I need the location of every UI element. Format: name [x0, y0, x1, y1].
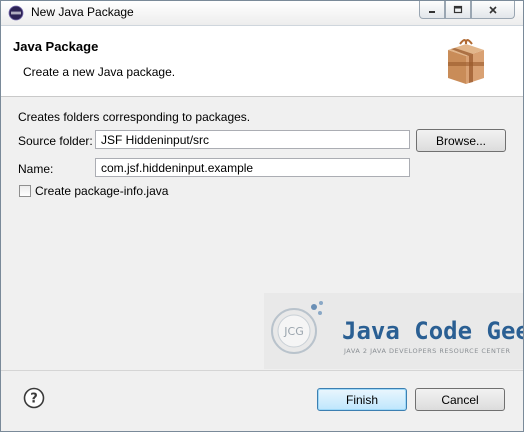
close-icon	[489, 5, 497, 14]
minimize-icon	[429, 10, 435, 13]
tagline-text: JAVA 2 JAVA DEVELOPERS RESOURCE CENTER	[343, 347, 511, 355]
name-input[interactable]: com.jsf.hiddeninput.example	[95, 158, 410, 177]
footer-separator	[1, 370, 523, 371]
package-icon	[448, 39, 484, 84]
svg-text:?: ?	[30, 392, 38, 407]
dialog-header: Java Package Create a new Java package.	[1, 26, 523, 97]
source-folder-label: Source folder:	[18, 134, 93, 148]
minimize-button[interactable]	[419, 1, 445, 19]
window-controls	[419, 1, 515, 20]
java-code-geeks-logo: JCG Java Code Geeks JAVA 2 JAVA DEVELOPE…	[271, 301, 524, 355]
watermark-logo: JCG Java Code Geeks JAVA 2 JAVA DEVELOPE…	[264, 293, 524, 369]
create-package-info-checkbox[interactable]	[19, 185, 31, 197]
help-icon[interactable]: ?	[23, 387, 45, 409]
title-bar[interactable]: New Java Package	[1, 1, 523, 26]
name-label: Name:	[18, 162, 54, 176]
maximize-button[interactable]	[445, 1, 471, 19]
close-button[interactable]	[471, 1, 515, 19]
create-package-info-label[interactable]: Create package-info.java	[35, 184, 168, 198]
header-description: Create a new Java package.	[23, 65, 176, 79]
window-title: New Java Package	[31, 5, 134, 19]
cancel-button[interactable]: Cancel	[415, 388, 505, 411]
finish-button[interactable]: Finish	[317, 388, 407, 411]
new-java-package-dialog: New Java Package Java Package Create a n…	[0, 0, 524, 432]
header-title: Java Package	[13, 39, 99, 54]
info-text: Creates folders corresponding to package…	[18, 110, 251, 124]
brand-text: Java Code Geeks	[342, 317, 524, 345]
logo-monogram: JCG	[283, 325, 303, 338]
maximize-icon	[453, 5, 463, 13]
source-folder-input[interactable]: JSF Hiddeninput/src	[95, 130, 410, 149]
browse-button[interactable]: Browse...	[416, 129, 506, 152]
eclipse-icon	[8, 5, 24, 21]
